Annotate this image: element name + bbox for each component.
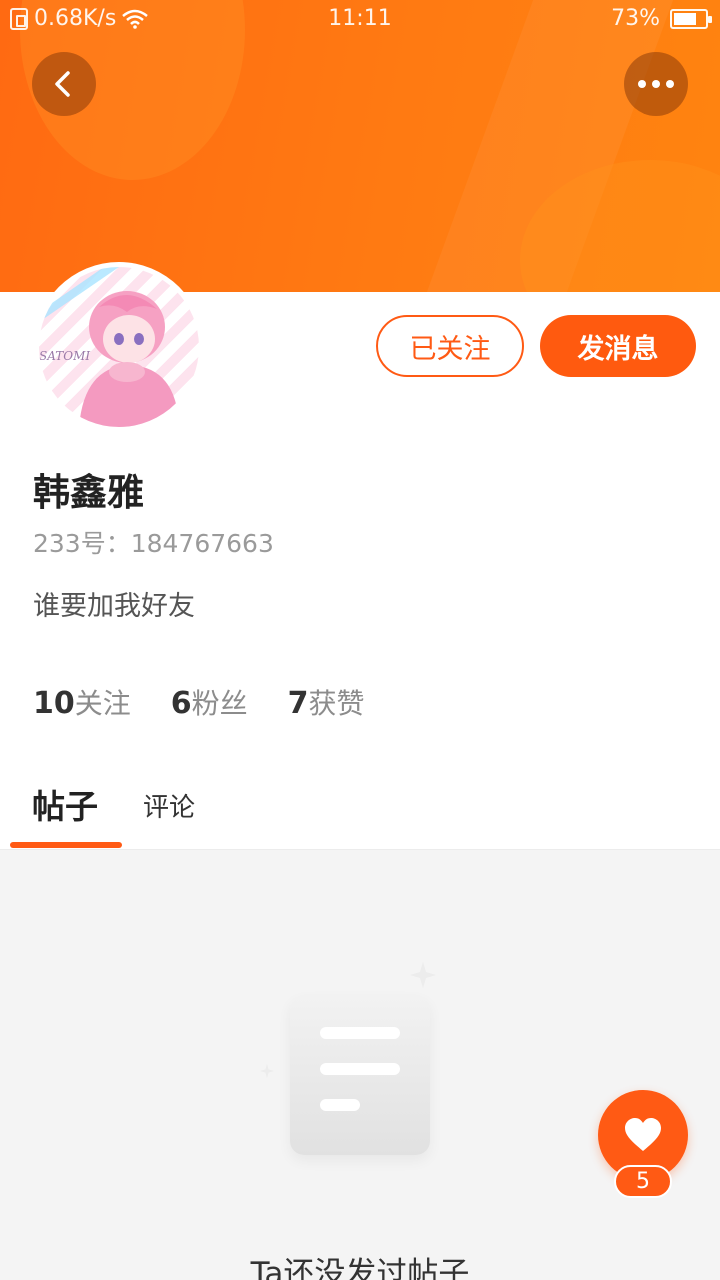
user-id: 233号：184767663: [33, 529, 274, 558]
stat-number: 6: [170, 686, 192, 721]
stat-following[interactable]: 10关注: [33, 682, 131, 722]
profile-tabs: 帖子 评论: [0, 770, 720, 850]
back-button[interactable]: [32, 52, 96, 116]
avatar-image: SATOMI: [39, 267, 199, 427]
stat-label: 粉丝: [191, 687, 248, 720]
username: 韩鑫雅: [33, 471, 144, 514]
active-tab-indicator: [10, 842, 122, 848]
stat-likes[interactable]: 7获赞: [288, 682, 365, 722]
empty-state-text: Ta还没发过帖子: [250, 1256, 470, 1280]
status-bar: 0.68K/s 11:11 73%: [0, 0, 720, 38]
stat-number: 10: [33, 686, 75, 721]
sparkle-icon: [260, 1064, 274, 1078]
battery-icon: [670, 8, 712, 29]
user-bio: 谁要加我好友: [33, 591, 195, 622]
stat-label: 关注: [74, 687, 131, 720]
avatar[interactable]: SATOMI: [34, 262, 204, 432]
empty-document-icon: [290, 995, 430, 1155]
stat-label: 获赞: [308, 687, 365, 720]
profile-stats: 10关注 6粉丝 7获赞: [33, 682, 365, 722]
more-button[interactable]: [624, 52, 688, 116]
divider: [0, 849, 720, 850]
stat-number: 7: [287, 686, 309, 721]
heart-icon: [625, 1118, 661, 1151]
chevron-left-icon: [55, 71, 70, 97]
avatar-caption: SATOMI: [39, 349, 91, 363]
sparkle-icon: [410, 962, 436, 988]
profile-page: 0.68K/s 11:11 73% SATOMI 已关注 发消息 韩鑫雅 233…: [0, 0, 720, 1280]
tab-posts[interactable]: 帖子: [32, 780, 98, 828]
followed-button[interactable]: 已关注: [376, 315, 524, 377]
profile-banner: [0, 0, 720, 292]
tab-comments[interactable]: 评论: [143, 787, 195, 824]
battery-percent: 73%: [611, 6, 660, 31]
ellipsis-icon: [638, 80, 674, 88]
like-count-badge: 5: [614, 1165, 672, 1198]
send-message-button[interactable]: 发消息: [540, 315, 696, 377]
stat-followers[interactable]: 6粉丝: [171, 682, 248, 722]
